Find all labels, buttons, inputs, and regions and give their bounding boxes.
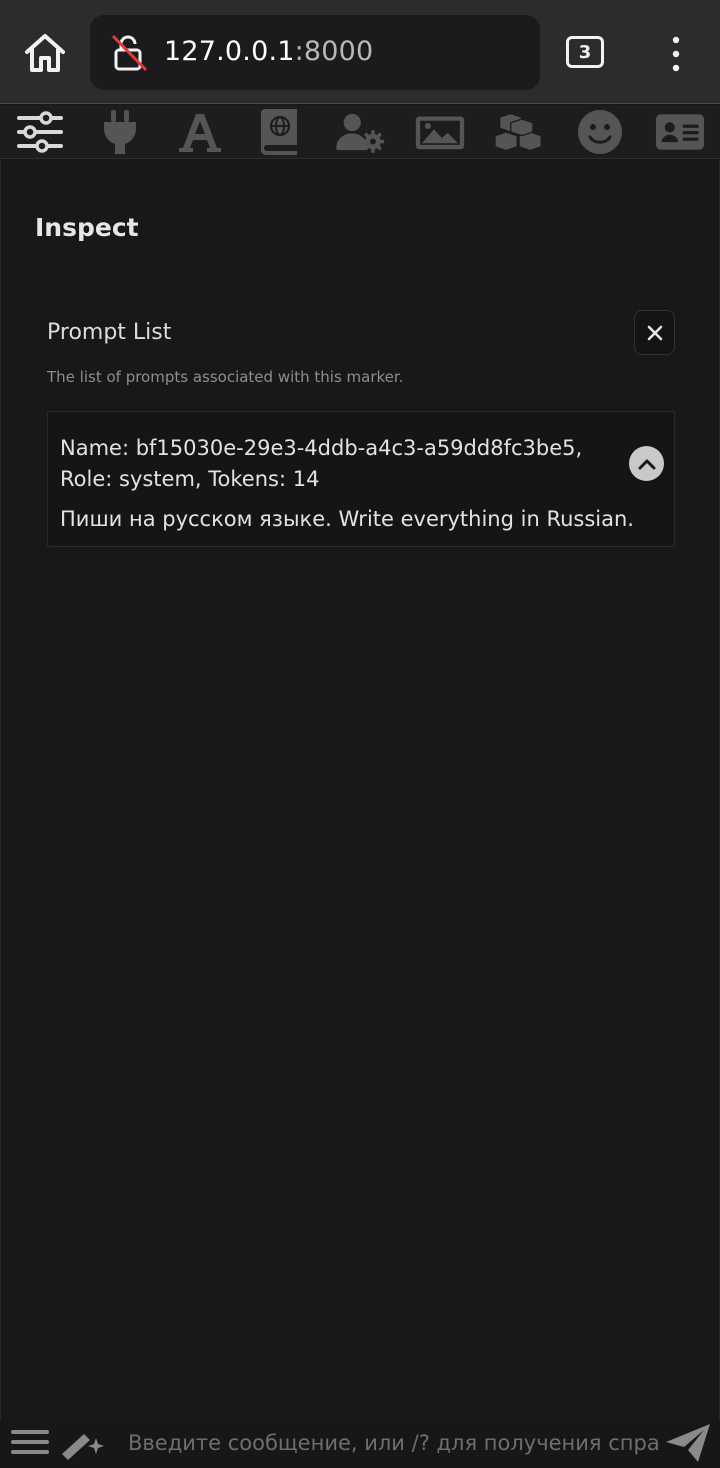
- plug-icon[interactable]: [95, 109, 145, 155]
- sliders-icon[interactable]: [15, 109, 65, 155]
- inspect-panel: Inspect Prompt List The list of prompts …: [0, 160, 720, 1432]
- url-text: 127.0.0.1:8000: [164, 36, 373, 67]
- id-card-icon[interactable]: [655, 109, 705, 155]
- address-bar[interactable]: 127.0.0.1:8000: [90, 15, 540, 90]
- page-title: Inspect: [35, 213, 139, 242]
- section-description: The list of prompts associated with this…: [47, 368, 404, 386]
- insecure-lock-icon[interactable]: [110, 33, 150, 73]
- user-gear-icon[interactable]: [335, 109, 385, 155]
- magic-wand-icon[interactable]: [58, 1424, 108, 1460]
- tab-count: 3: [578, 41, 592, 63]
- chat-message-input[interactable]: [128, 1424, 658, 1462]
- image-icon[interactable]: [415, 109, 465, 155]
- prompt-header: Name: bf15030e-29e3-4ddb-a4c3-a59dd8fc3b…: [60, 433, 600, 495]
- prompt-item[interactable]: Name: bf15030e-29e3-4ddb-a4c3-a59dd8fc3b…: [47, 411, 675, 547]
- browser-toolbar: 127.0.0.1:8000 3: [0, 0, 720, 104]
- home-icon[interactable]: [22, 30, 68, 76]
- close-button[interactable]: [634, 310, 675, 355]
- smile-icon[interactable]: [575, 109, 625, 155]
- prompt-content: Пиши на русском языке. Write everything …: [60, 507, 634, 531]
- prompt-meta: Role: system, Tokens: 14: [60, 467, 320, 491]
- font-icon[interactable]: [175, 109, 225, 155]
- chat-bar: [0, 1420, 720, 1465]
- top-nav-bar: [0, 105, 720, 159]
- send-icon[interactable]: [664, 1422, 712, 1464]
- close-icon: [647, 325, 662, 340]
- section-title: Prompt List: [47, 320, 172, 345]
- more-menu-icon[interactable]: [664, 34, 688, 74]
- options-menu-icon[interactable]: [10, 1428, 50, 1456]
- url-host: 127.0.0.1: [164, 36, 295, 67]
- url-port: :8000: [294, 36, 374, 67]
- chevron-up-icon: [638, 459, 655, 469]
- cubes-icon[interactable]: [495, 109, 545, 155]
- collapse-toggle-button[interactable]: [629, 446, 664, 481]
- book-globe-icon[interactable]: [255, 109, 305, 155]
- prompt-name: Name: bf15030e-29e3-4ddb-a4c3-a59dd8fc3b…: [60, 436, 583, 460]
- tab-switcher-button[interactable]: 3: [566, 36, 604, 68]
